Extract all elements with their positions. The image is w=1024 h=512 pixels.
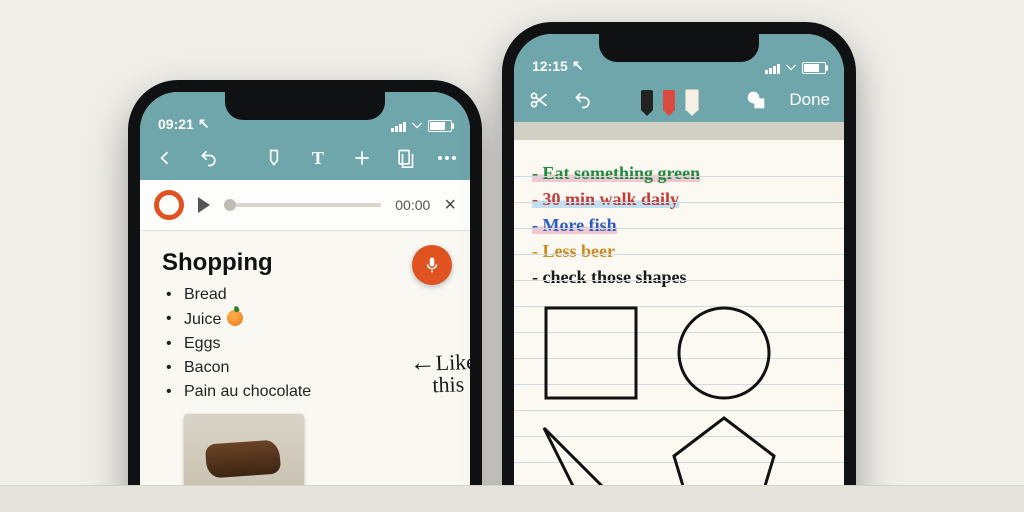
hand-line: - Eat something green (532, 160, 700, 186)
audio-recorder: 00:00 × (140, 180, 470, 231)
text-tool[interactable]: T (307, 147, 329, 169)
handwritten-list: - Eat something green - 30 min walk dail… (514, 140, 844, 290)
pastry-photo[interactable] (184, 414, 304, 496)
notch (599, 34, 759, 62)
phone-left: 09:21 ↖ ⌵ T 00:00 (128, 80, 482, 512)
eraser[interactable] (685, 89, 699, 111)
battery-icon (428, 120, 452, 132)
back-button[interactable] (154, 147, 176, 169)
list-item: Bread (162, 283, 448, 307)
status-time: 09:21 (158, 116, 194, 132)
undo-button[interactable] (572, 89, 594, 111)
pen-tools (641, 89, 699, 111)
note-title: Shopping (162, 249, 448, 277)
scissors-button[interactable] (528, 89, 550, 111)
note-canvas[interactable]: Shopping Bread Juice Eggs Bacon Pain au … (140, 231, 470, 512)
undo-button[interactable] (198, 147, 220, 169)
list-item: Eggs (162, 332, 448, 356)
notch (225, 92, 385, 120)
handwriting-note: ←Like this (409, 350, 470, 397)
list-item: Pain au chocolate (162, 380, 448, 404)
cell-signal-icon (765, 64, 780, 74)
recorder-time: 00:00 (395, 197, 430, 213)
screen: 09:21 ↖ ⌵ T 00:00 (140, 92, 470, 512)
location-icon: ↖ (572, 57, 584, 74)
done-button[interactable]: Done (789, 90, 830, 110)
shopping-list: Bread Juice Eggs Bacon Pain au chocolate (162, 283, 448, 404)
wifi-icon: ⌵ (786, 58, 796, 74)
play-button[interactable] (198, 197, 210, 213)
ground-shadow (0, 486, 1024, 512)
hand-line: - More fish (532, 212, 617, 238)
shape-square (546, 308, 636, 398)
pen-black[interactable] (641, 90, 653, 110)
close-recorder-button[interactable]: × (444, 194, 456, 217)
shapes-tool[interactable] (745, 89, 767, 111)
phone-right: 12:15 ↖ ⌵ Done (502, 22, 856, 512)
orange-emoji-icon (227, 310, 243, 326)
wifi-icon: ⌵ (412, 116, 422, 132)
pages-button[interactable] (394, 147, 416, 169)
record-button[interactable] (154, 190, 184, 220)
add-button[interactable] (351, 147, 373, 169)
shape-circle (679, 308, 769, 398)
hand-line: - 30 min walk daily (532, 186, 679, 212)
list-item: Bacon (162, 356, 448, 380)
status-time: 12:15 (532, 58, 568, 74)
pen-red[interactable] (663, 90, 675, 110)
drawn-shapes (514, 298, 844, 512)
hand-line: - check those shapes (532, 264, 826, 290)
scrubber[interactable] (224, 203, 381, 207)
drawing-toolbar: Done (514, 78, 844, 122)
battery-icon (802, 62, 826, 74)
highlighter-tool[interactable] (263, 147, 285, 169)
toolbar: T (140, 136, 470, 180)
cell-signal-icon (391, 122, 406, 132)
mic-button[interactable] (412, 245, 452, 285)
more-button[interactable] (438, 156, 456, 160)
drawing-canvas[interactable]: - Eat something green - 30 min walk dail… (514, 122, 844, 512)
location-icon: ↖ (198, 115, 210, 132)
hand-line: - Less beer (532, 238, 826, 264)
screen: 12:15 ↖ ⌵ Done (514, 34, 844, 512)
list-item: Juice (162, 307, 448, 332)
